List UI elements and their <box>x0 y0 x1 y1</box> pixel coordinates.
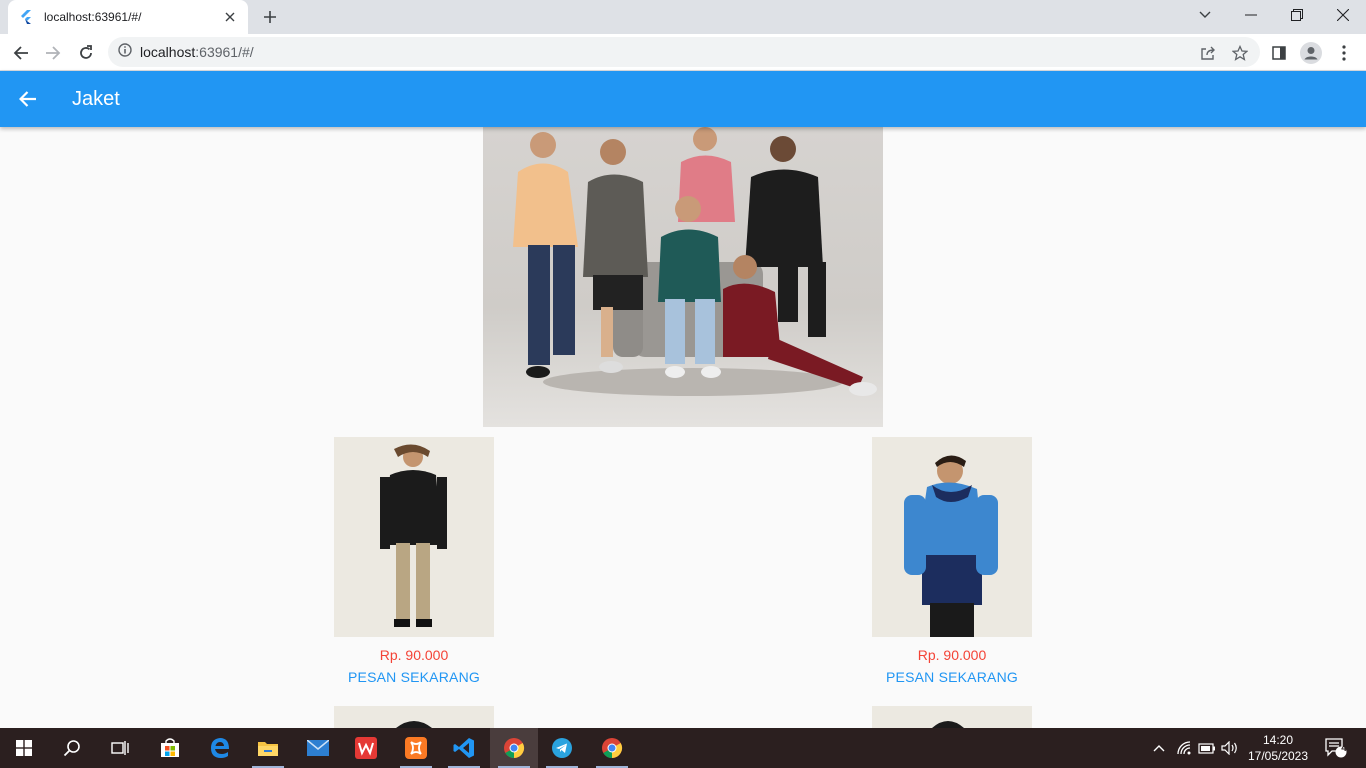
page-title: Jaket <box>72 87 120 110</box>
mail-icon[interactable] <box>294 728 342 768</box>
app-back-button[interactable] <box>0 71 56 127</box>
network-icon[interactable] <box>1174 728 1196 768</box>
close-window-button[interactable] <box>1320 0 1366 30</box>
notification-count: 4 <box>1341 743 1347 754</box>
arrow-back-icon <box>19 91 36 107</box>
battery-icon[interactable] <box>1196 728 1218 768</box>
store-icon[interactable] <box>146 728 194 768</box>
order-now-button[interactable]: PESAN SEKARANG <box>334 669 494 685</box>
product-image-partial[interactable] <box>334 706 494 728</box>
tab-search-icon[interactable] <box>1182 0 1228 30</box>
restore-button[interactable] <box>1274 0 1320 30</box>
forward-button[interactable] <box>40 40 66 66</box>
share-icon[interactable] <box>1195 40 1221 66</box>
site-info-icon[interactable] <box>118 42 132 62</box>
product-card[interactable]: Rp. 90.000 PESAN SEKARANG <box>872 437 1032 685</box>
address-bar[interactable]: localhost:63961/#/ <box>108 37 1260 67</box>
url-text: localhost:63961/#/ <box>140 44 254 60</box>
chrome-icon[interactable] <box>588 728 636 768</box>
product-page: Rp. 90.000 PESAN SEKARANG Rp. 90.000 PES… <box>0 127 1366 728</box>
url-host: localhost <box>140 44 196 60</box>
file-explorer-icon[interactable] <box>244 728 292 768</box>
xampp-icon[interactable] <box>392 728 440 768</box>
side-panel-icon[interactable] <box>1266 40 1292 66</box>
volume-icon[interactable] <box>1218 728 1242 768</box>
bookmark-star-icon[interactable] <box>1227 40 1253 66</box>
app-bar: Jaket <box>0 71 1366 127</box>
vscode-icon[interactable] <box>440 728 488 768</box>
product-price: Rp. 90.000 <box>917 647 987 663</box>
tab-title: localhost:63961/#/ <box>44 10 142 24</box>
notification-center-icon[interactable]: 4 <box>1318 728 1354 768</box>
minimize-button[interactable] <box>1228 0 1274 30</box>
search-icon[interactable] <box>48 728 96 768</box>
profile-avatar-icon[interactable] <box>1298 40 1324 66</box>
taskbar-clock[interactable]: 14:20 17/05/2023 <box>1244 732 1312 764</box>
show-hidden-icons-icon[interactable] <box>1148 728 1170 768</box>
windows-taskbar: 14:20 17/05/2023 4 <box>0 728 1366 768</box>
product-price: Rp. 90.000 <box>379 647 449 663</box>
product-image[interactable] <box>872 437 1032 637</box>
start-icon[interactable] <box>0 728 48 768</box>
tab-close-icon[interactable] <box>222 9 238 25</box>
task-view-icon[interactable] <box>96 728 144 768</box>
clock-date: 17/05/2023 <box>1247 749 1309 763</box>
edge-icon[interactable] <box>196 728 244 768</box>
order-now-button[interactable]: PESAN SEKARANG <box>872 669 1032 685</box>
product-image-partial[interactable] <box>872 706 1032 728</box>
wps-office-icon[interactable] <box>342 728 390 768</box>
product-image[interactable] <box>334 437 494 637</box>
product-card[interactable]: Rp. 90.000 PESAN SEKARANG <box>334 437 494 685</box>
back-button[interactable] <box>8 40 34 66</box>
browser-menu-icon[interactable] <box>1331 40 1357 66</box>
browser-toolbar: localhost:63961/#/ <box>0 34 1366 71</box>
reload-button[interactable] <box>73 40 99 66</box>
chrome-icon[interactable] <box>490 728 538 768</box>
browser-tabstrip: localhost:63961/#/ <box>0 0 1366 34</box>
clock-time: 14:20 <box>1262 733 1294 747</box>
telegram-icon[interactable] <box>538 728 586 768</box>
flutter-favicon-icon <box>18 9 34 25</box>
url-path: :63961/#/ <box>195 44 254 60</box>
new-tab-button[interactable] <box>258 6 282 28</box>
hero-group-photo <box>483 127 883 427</box>
browser-tab[interactable]: localhost:63961/#/ <box>8 0 248 34</box>
